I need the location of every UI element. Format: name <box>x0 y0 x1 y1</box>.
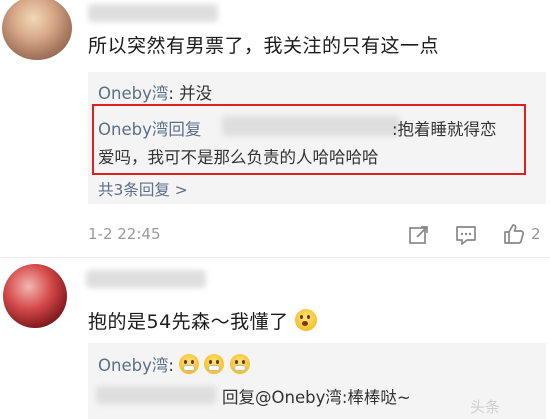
comment-timestamp: 1-2 22:45 <box>88 225 161 243</box>
comment-text: 抱的是54先森～我懂了 <box>88 307 318 334</box>
mask-emoji-icon <box>179 354 200 374</box>
commenter-avatar[interactable] <box>2 0 72 60</box>
mask-emoji-icon <box>229 354 250 374</box>
reply-text: 爱吗，我可不是那么负责的人哈哈哈哈 <box>98 148 379 167</box>
reply-text: : 并没 <box>168 84 213 103</box>
reply-text: 回复@Oneby湾:棒棒哒~ <box>222 388 411 407</box>
share-icon[interactable] <box>408 224 430 246</box>
reply-username[interactable]: Oneby湾 <box>98 356 168 375</box>
reply-text: : <box>168 356 174 375</box>
watermark: 头条 <box>470 398 501 416</box>
commenter-avatar[interactable] <box>3 264 67 328</box>
comment-text: 所以突然有男票了，我关注的只有这一点 <box>88 35 440 57</box>
reply-item[interactable]: Oneby湾: <box>98 352 250 376</box>
more-replies-link[interactable]: 共3条回复 > <box>98 178 188 200</box>
comment-icon[interactable] <box>455 224 477 246</box>
reply-author-redacted[interactable] <box>96 386 216 404</box>
commenter-name-redacted[interactable] <box>88 4 218 22</box>
commenter-name-redacted[interactable] <box>86 270 206 288</box>
scared-emoji-icon <box>295 309 318 331</box>
reply-item[interactable]: Oneby湾回复 <box>98 116 201 140</box>
reply-text: :抱着睡就得恋 <box>392 120 497 139</box>
like-icon[interactable] <box>502 222 526 246</box>
reply-target-redacted <box>222 116 400 136</box>
like-count: 2 <box>531 225 541 243</box>
reply-username[interactable]: Oneby湾回复 <box>98 120 201 139</box>
reply-item[interactable]: Oneby湾: 并没 <box>98 80 212 104</box>
mask-emoji-icon <box>204 354 225 374</box>
divider <box>0 257 550 258</box>
reply-username[interactable]: Oneby湾 <box>98 84 168 103</box>
